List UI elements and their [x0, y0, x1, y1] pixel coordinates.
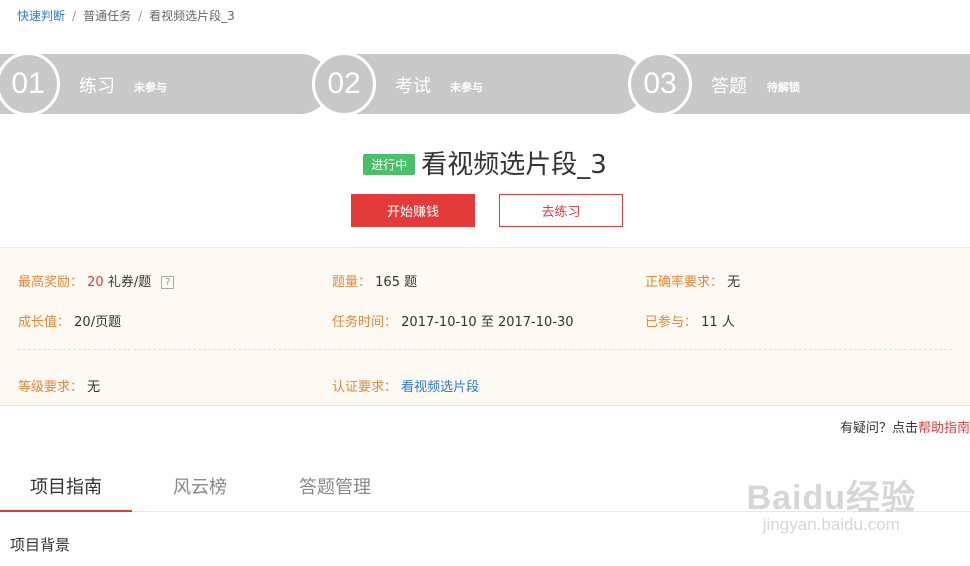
page-title: 看视频选片段_3	[421, 150, 607, 180]
tab-leaderboard[interactable]: 风云榜	[173, 473, 227, 499]
divider	[18, 349, 952, 350]
info-level: 等级要求： 无	[18, 376, 100, 395]
active-tab-indicator	[0, 510, 132, 512]
breadcrumb-item-current: 看视频选片段_3	[149, 9, 235, 23]
task-info-panel: 最高奖励： 20 礼券/题 ? 题量： 165 题 正确率要求： 无 成长值： …	[0, 247, 970, 406]
info-value: 11 人	[701, 315, 735, 330]
info-label: 任务时间：	[332, 315, 398, 330]
step-name-answer: 答题	[711, 76, 747, 97]
info-value: 无	[727, 275, 741, 290]
breadcrumb-separator: /	[72, 8, 77, 23]
info-max-reward: 最高奖励： 20 礼券/题 ?	[18, 271, 175, 290]
help-line: 有疑问？点击帮助指南	[840, 417, 970, 436]
step-number-3: 03	[628, 52, 692, 116]
info-label: 成长值：	[18, 315, 71, 330]
info-label: 正确率要求：	[645, 275, 724, 290]
info-question-count: 题量： 165 题	[332, 271, 417, 290]
info-label: 等级要求：	[18, 380, 84, 395]
info-value: 2017-10-10 至 2017-10-30	[401, 315, 574, 330]
info-task-time: 任务时间： 2017-10-10 至 2017-10-30	[332, 311, 574, 330]
step-name-practice: 练习	[79, 76, 115, 97]
help-question-icon[interactable]: ?	[161, 276, 175, 289]
info-label: 题量：	[332, 275, 372, 290]
info-value: 20/页题	[74, 315, 122, 330]
info-accuracy: 正确率要求： 无	[645, 271, 740, 290]
breadcrumb-item-quick-judge[interactable]: 快速判断	[17, 7, 65, 24]
start-earning-button[interactable]: 开始赚钱	[351, 194, 475, 227]
certification-link[interactable]: 看视频选片段	[401, 380, 479, 395]
task-header: 进行中 看视频选片段_3	[0, 144, 970, 181]
info-value: 165 题	[375, 275, 418, 290]
watermark-logo-text: Baidu经验	[746, 479, 916, 517]
info-unit: 礼券/题	[107, 275, 152, 290]
info-value: 20	[87, 275, 104, 290]
help-guide-link[interactable]: 帮助指南	[918, 421, 970, 436]
step-status-exam: 未参与	[450, 81, 483, 94]
step-status-practice: 未参与	[134, 81, 167, 94]
baidu-watermark: Baidu经验 jingyan.baidu.com	[747, 470, 916, 535]
breadcrumb: 快速判断 / 普通任务 / 看视频选片段_3	[17, 7, 235, 24]
tab-answer-management[interactable]: 答题管理	[299, 473, 371, 499]
breadcrumb-separator: /	[138, 8, 143, 23]
info-certification: 认证要求： 看视频选片段	[332, 376, 479, 395]
info-label: 认证要求：	[332, 380, 398, 395]
go-practice-button[interactable]: 去练习	[499, 194, 623, 227]
tab-project-guide[interactable]: 项目指南	[30, 473, 102, 499]
step-number-2: 02	[312, 52, 376, 116]
status-badge: 进行中	[363, 154, 416, 175]
info-label: 已参与：	[645, 315, 698, 330]
progress-steps: 01 练习 未参与 02 考试 未参与 03 答题 待解锁	[0, 52, 970, 116]
step-name-exam: 考试	[395, 76, 431, 97]
info-label: 最高奖励：	[18, 275, 84, 290]
info-growth: 成长值： 20/页题	[18, 311, 121, 330]
info-value: 无	[87, 380, 101, 395]
breadcrumb-item-normal-task[interactable]: 普通任务	[83, 7, 131, 24]
section-title: 项目背景	[10, 536, 71, 554]
watermark-url: jingyan.baidu.com	[762, 515, 900, 534]
info-joined: 已参与： 11 人	[645, 311, 735, 330]
help-text: 有疑问？点击	[839, 421, 918, 436]
step-status-answer: 待解锁	[767, 81, 800, 94]
